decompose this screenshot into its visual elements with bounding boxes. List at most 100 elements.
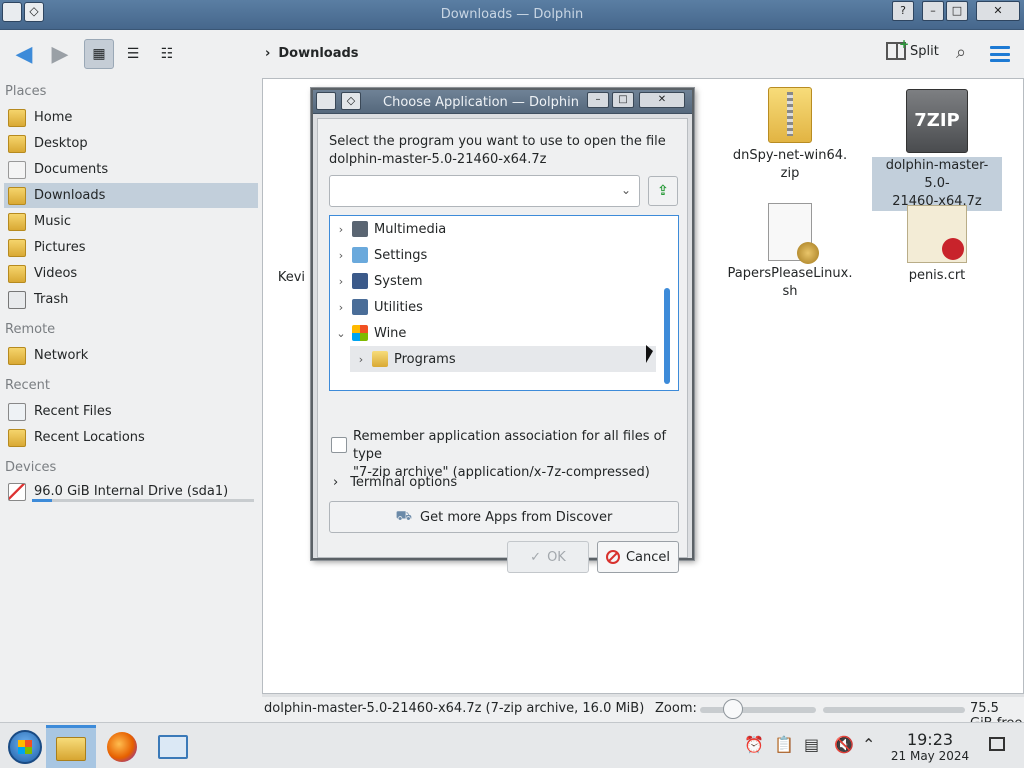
dialog-maximize-button[interactable]: □ xyxy=(612,92,634,108)
sidebar-item-home[interactable]: Home xyxy=(4,105,258,130)
places-header: Places xyxy=(5,84,47,99)
icons-view-button[interactable]: ▦ xyxy=(84,39,114,69)
file-item[interactable]: PapersPleaseLinux. sh xyxy=(725,203,855,301)
sidebar-item-recent-files[interactable]: Recent Files xyxy=(4,399,258,424)
taskbar-dolphin[interactable] xyxy=(46,725,96,768)
taskbar-firefox[interactable] xyxy=(97,725,147,768)
settings-icon xyxy=(352,247,368,263)
details-view-button[interactable]: ☷ xyxy=(152,39,182,69)
sidebar-item-downloads[interactable]: Downloads xyxy=(4,183,258,208)
compact-view-button[interactable]: ☰ xyxy=(118,39,148,69)
help-button[interactable]: ? xyxy=(892,1,914,21)
grid-view-icon: ▦ xyxy=(92,46,106,62)
cancel-button[interactable]: Cancel xyxy=(597,541,679,573)
7zip-archive-icon: 7ZIP xyxy=(906,89,968,153)
get-more-apps-label: Get more Apps from Discover xyxy=(420,509,613,525)
terminal-options-toggle[interactable]: › Terminal options xyxy=(333,475,457,490)
ok-button[interactable]: ✓ OK xyxy=(507,541,589,573)
expand-arrow-icon[interactable]: › xyxy=(330,223,352,236)
hamburger-menu-icon[interactable] xyxy=(990,46,1010,62)
videos-folder-icon xyxy=(8,264,26,283)
start-menu-button[interactable] xyxy=(0,725,50,768)
sidebar-item-desktop[interactable]: Desktop xyxy=(4,131,258,156)
back-button[interactable]: ◀ xyxy=(8,39,40,69)
sidebar-item-trash[interactable]: Trash xyxy=(4,287,258,312)
file-manager-icon xyxy=(56,736,86,761)
search-icon[interactable]: ⌕ xyxy=(956,42,966,63)
sidebar-item-label: Network xyxy=(34,348,89,363)
file-name: dolphin-master-5.0- 21460-x64.7z xyxy=(872,157,1002,211)
notifications-icon[interactable]: ⏰ xyxy=(744,735,764,754)
breadcrumb-chevron-icon: › xyxy=(265,46,271,61)
collapse-arrow-icon[interactable]: ⌄ xyxy=(330,327,352,340)
tree-scrollbar[interactable] xyxy=(664,288,670,384)
sidebar-item-documents[interactable]: Documents xyxy=(4,157,258,182)
dialog-menu-icon[interactable]: ◇ xyxy=(341,92,361,110)
file-item[interactable]: penis.crt xyxy=(872,205,1002,285)
device-notifier-icon[interactable]: ▤ xyxy=(804,735,819,754)
expand-arrow-icon[interactable]: › xyxy=(330,249,352,262)
sidebar-item-recent-locations[interactable]: Recent Locations xyxy=(4,425,258,450)
browse-button[interactable]: ⇪ xyxy=(648,176,678,206)
mouse-cursor-icon xyxy=(646,345,653,363)
show-desktop-icon[interactable] xyxy=(989,737,1005,751)
remember-line: Remember application association for all… xyxy=(353,429,667,462)
sidebar-item-label: Pictures xyxy=(34,240,86,255)
sidebar-item-videos[interactable]: Videos xyxy=(4,261,258,286)
zoom-slider-handle[interactable] xyxy=(723,699,743,719)
free-space-bar xyxy=(823,707,965,713)
tree-item-label: Wine xyxy=(374,325,407,341)
tree-item-wine[interactable]: ⌄ Wine xyxy=(330,320,656,346)
tree-item-programs[interactable]: › Programs xyxy=(350,346,656,372)
tree-item-label: Utilities xyxy=(374,299,423,315)
expand-arrow-icon[interactable]: › xyxy=(330,301,352,314)
split-button[interactable]: + Split xyxy=(886,38,939,60)
desktop-folder-icon xyxy=(8,134,26,153)
dialog-folder-icon[interactable] xyxy=(316,92,336,110)
window-titlebar[interactable]: ◇ Downloads — Dolphin ? – □ ✕ xyxy=(0,0,1024,30)
clipboard-icon[interactable]: 📋 xyxy=(774,735,794,754)
forward-arrow-icon: ▶ xyxy=(51,41,69,67)
tree-item-multimedia[interactable]: › Multimedia xyxy=(330,216,656,242)
file-item[interactable]: dnSpy-net-win64. zip xyxy=(725,87,855,183)
chevron-down-icon: ⌄ xyxy=(620,183,631,197)
dialog-minimize-button[interactable]: – xyxy=(587,92,609,108)
tree-item-settings[interactable]: › Settings xyxy=(330,242,656,268)
get-more-apps-button[interactable]: ⛟ Get more Apps from Discover xyxy=(329,501,679,533)
minimize-button[interactable]: – xyxy=(922,1,944,21)
sidebar-item-label: Music xyxy=(34,214,71,229)
close-button[interactable]: ✕ xyxy=(976,1,1020,21)
sidebar-item-pictures[interactable]: Pictures xyxy=(4,235,258,260)
maximize-button[interactable]: □ xyxy=(946,1,968,21)
forward-button[interactable]: ▶ xyxy=(44,39,76,69)
remember-association-label[interactable]: Remember application association for all… xyxy=(353,428,683,482)
breadcrumb-current[interactable]: Downloads xyxy=(278,46,358,61)
chevron-up-icon[interactable]: ⌃ xyxy=(862,735,875,754)
dialog-titlebar[interactable]: ◇ Choose Application — Dolphin – □ ✕ xyxy=(313,90,692,114)
file-item-selected[interactable]: 7ZIP dolphin-master-5.0- 21460-x64.7z xyxy=(872,89,1002,211)
application-tree[interactable]: › Multimedia › Settings › System › Utili… xyxy=(329,215,679,391)
expand-arrow-icon[interactable]: › xyxy=(350,353,372,366)
clock[interactable]: 19:23 21 May 2024 xyxy=(888,731,972,764)
application-combobox[interactable]: ⌄ xyxy=(329,175,640,207)
breadcrumb[interactable]: › Downloads xyxy=(265,46,359,61)
sidebar-item-music[interactable]: Music xyxy=(4,209,258,234)
zoom-slider-track[interactable] xyxy=(700,707,816,713)
tree-item-label: Programs xyxy=(394,351,456,367)
taskbar-system-settings[interactable] xyxy=(148,725,198,768)
certificate-icon xyxy=(907,205,967,263)
expand-arrow-icon[interactable]: › xyxy=(330,275,352,288)
sidebar-item-network[interactable]: Network xyxy=(4,343,258,368)
system-settings-icon xyxy=(158,735,188,759)
remember-association-checkbox[interactable] xyxy=(331,437,347,453)
file-item-partial[interactable]: Kevi xyxy=(227,269,307,287)
tree-item-utilities[interactable]: › Utilities xyxy=(330,294,656,320)
volume-muted-icon[interactable]: 🔇 xyxy=(834,735,854,754)
ok-label: OK xyxy=(547,549,566,565)
dialog-close-button[interactable]: ✕ xyxy=(639,92,685,108)
back-arrow-icon: ◀ xyxy=(15,41,33,67)
checkmark-icon: ✓ xyxy=(530,549,542,565)
sidebar-item-label: Documents xyxy=(34,162,109,177)
cancel-icon xyxy=(605,550,620,564)
tree-item-system[interactable]: › System xyxy=(330,268,656,294)
